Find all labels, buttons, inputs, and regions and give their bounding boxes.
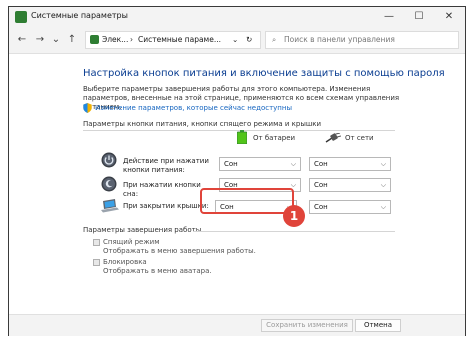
sleep-option-label: Спящий режим — [103, 238, 160, 246]
forward-arrow-icon[interactable]: → — [33, 33, 47, 47]
lock-option-checkbox[interactable] — [93, 259, 100, 266]
select-value: Сон — [314, 181, 328, 189]
maximize-button[interactable]: ☐ — [405, 7, 433, 27]
lock-option-label: Блокировка — [103, 258, 147, 266]
step-number-badge: 1 — [283, 205, 305, 227]
lock-option-description: Отображать в меню аватара. — [103, 267, 212, 275]
section-buttons-heading: Параметры кнопки питания, кнопки спящего… — [83, 120, 322, 128]
column-plugged-in: От сети — [345, 134, 374, 142]
breadcrumb-root[interactable]: Элек... — [102, 32, 128, 48]
title-bar: Системные параметры — ☐ ✕ — [9, 7, 465, 27]
uac-shield-icon — [83, 103, 92, 113]
sleep-option-checkbox[interactable] — [93, 239, 100, 246]
search-icon: ⌕ — [272, 35, 277, 44]
section-shutdown-heading: Параметры завершения работы — [83, 226, 202, 234]
control-panel-small-icon — [90, 35, 99, 44]
laptop-lid-icon — [101, 199, 119, 213]
select-value: Сон — [314, 160, 328, 168]
sleep-button-icon — [101, 176, 117, 192]
power-button-battery-select[interactable]: Сон ⌵ — [219, 157, 301, 171]
sleep-option-description: Отображать в меню завершения работы. — [103, 247, 256, 255]
sleep-button-ac-select[interactable]: Сон ⌵ — [309, 178, 391, 192]
select-value: Сон — [224, 160, 238, 168]
back-arrow-icon[interactable]: ← — [15, 33, 29, 47]
refresh-icon[interactable]: ↻ — [246, 32, 252, 48]
power-plug-icon — [325, 133, 341, 143]
breadcrumb[interactable]: Элек... › Системные параме... ⌄ ↻ — [85, 31, 261, 49]
power-button-ac-select[interactable]: Сон ⌵ — [309, 157, 391, 171]
recent-dropdown-icon[interactable]: ⌄ — [49, 33, 63, 47]
up-arrow-icon[interactable]: ↑ — [65, 33, 79, 47]
chevron-down-icon: ⌵ — [380, 181, 386, 189]
control-panel-window: Системные параметры — ☐ ✕ ← → ⌄ ↑ Элек..… — [8, 6, 466, 336]
page-title: Настройка кнопок питания и включение защ… — [83, 68, 445, 79]
chevron-down-icon: ⌵ — [290, 160, 296, 168]
address-bar: ← → ⌄ ↑ Элек... › Системные параме... ⌄ … — [9, 27, 465, 54]
breadcrumb-separator-icon: › — [130, 35, 133, 44]
search-input[interactable]: ⌕ Поиск в панели управления — [265, 31, 459, 49]
control-panel-icon — [15, 11, 27, 23]
column-on-battery: От батареи — [253, 134, 296, 142]
power-button-action-label: Действие при нажатии кнопки питания: — [123, 157, 209, 174]
minimize-button[interactable]: — — [375, 7, 403, 27]
change-unavailable-settings-link[interactable]: Изменение параметров, которые сейчас нед… — [95, 104, 292, 112]
main-content: Настройка кнопок питания и включение защ… — [9, 54, 465, 314]
breadcrumb-current[interactable]: Системные параме... — [138, 32, 221, 48]
save-changes-button[interactable]: Сохранить изменения — [261, 319, 353, 332]
lid-close-ac-select[interactable]: Сон ⌵ — [309, 200, 391, 214]
divider — [193, 231, 395, 232]
window-title: Системные параметры — [31, 11, 128, 20]
select-value: Сон — [314, 203, 328, 211]
chevron-down-icon: ⌵ — [380, 203, 386, 211]
power-button-icon — [101, 152, 117, 168]
path-dropdown-icon[interactable]: ⌄ — [232, 32, 238, 48]
battery-icon — [237, 130, 247, 144]
search-placeholder: Поиск в панели управления — [284, 35, 395, 44]
footer-bar: Сохранить изменения Отмена — [9, 314, 465, 336]
cancel-button[interactable]: Отмена — [355, 319, 401, 332]
close-button[interactable]: ✕ — [435, 7, 463, 27]
chevron-down-icon: ⌵ — [380, 160, 386, 168]
highlight-frame — [200, 188, 294, 214]
